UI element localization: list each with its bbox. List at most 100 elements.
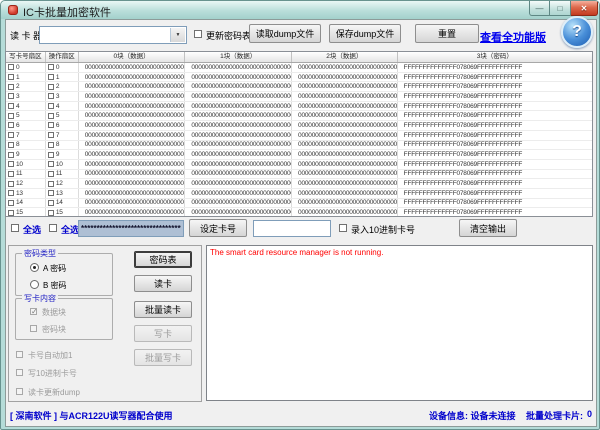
write-sector-checkbox[interactable] <box>8 132 14 138</box>
set-card-number-button[interactable]: 设定卡号 <box>189 219 247 237</box>
operate-sector-checkbox[interactable] <box>48 142 54 148</box>
auto-increment-checkbox <box>16 351 23 358</box>
operate-sector-checkbox[interactable] <box>48 64 54 70</box>
table-row: 1414000000000000000000000000000000000000… <box>6 199 592 209</box>
maximize-button[interactable]: □ <box>550 1 571 16</box>
write-sector-checkbox[interactable] <box>8 152 14 158</box>
dropdown-arrow-icon[interactable]: ▼ <box>170 28 185 42</box>
sector-index: 14 <box>56 199 63 208</box>
cell-block3: FFFFFFFFFFFFFF078069FFFFFFFFFFFF <box>398 82 592 91</box>
reader-combobox[interactable]: ▼ <box>39 26 187 44</box>
read-card-button[interactable]: 读卡 <box>134 275 192 292</box>
operate-sector-checkbox[interactable] <box>48 200 54 206</box>
write-sector-checkbox[interactable] <box>8 171 14 177</box>
close-button[interactable]: ✕ <box>571 1 598 16</box>
auto-increment-label: 卡号自动加1 <box>28 350 72 361</box>
operate-sector-cell: 4 <box>46 102 79 111</box>
window-title: IC卡批量加密软件 <box>23 4 111 20</box>
cell-block2: 00000000000000000000000000000000 <box>292 121 398 130</box>
operate-sector-checkbox[interactable] <box>48 132 54 138</box>
cell-block0: 00000000000000000000000000000000 <box>79 102 186 111</box>
enter-decimal-checkbox[interactable] <box>339 224 347 232</box>
operate-sector-checkbox[interactable] <box>48 190 54 196</box>
cell-block1: 00000000000000000000000000000000 <box>185 160 292 169</box>
minimize-button[interactable]: — <box>529 1 550 16</box>
password-table-button[interactable]: 密码表 <box>134 251 192 268</box>
read-dump-button[interactable]: 读取dump文件 <box>249 24 321 43</box>
write-sector-checkbox[interactable] <box>8 190 14 196</box>
write-sector-checkbox[interactable] <box>8 113 14 119</box>
write-content-title: 写卡内容 <box>22 293 58 304</box>
write-sector-cell: 6 <box>6 121 46 130</box>
table-row: 2200000000000000000000000000000000000000… <box>6 82 592 92</box>
clear-output-button[interactable]: 清空输出 <box>459 219 517 237</box>
operate-sector-checkbox[interactable] <box>48 84 54 90</box>
operate-sector-checkbox[interactable] <box>48 181 54 187</box>
write-sector-cell: 0 <box>6 63 46 72</box>
operate-sector-checkbox[interactable] <box>48 161 54 167</box>
column-header: 2块（数据） <box>292 52 398 62</box>
cell-block1: 00000000000000000000000000000000 <box>185 63 292 72</box>
cell-block3: FFFFFFFFFFFFFF078069FFFFFFFFFFFF <box>398 102 592 111</box>
write-sector-checkbox[interactable] <box>8 200 14 206</box>
cell-block0: 00000000000000000000000000000000 <box>79 111 186 120</box>
batch-read-button[interactable]: 批量读卡 <box>134 301 192 318</box>
status-batch-count-value: 0 <box>587 409 592 419</box>
cell-block2: 00000000000000000000000000000000 <box>292 170 398 179</box>
operate-sector-checkbox[interactable] <box>48 171 54 177</box>
titlebar[interactable]: IC卡批量加密软件 <box>1 1 599 19</box>
cell-block2: 00000000000000000000000000000000 <box>292 189 398 198</box>
sector-index: 8 <box>56 141 59 150</box>
column-header: 0块（数据） <box>79 52 186 62</box>
maximize-icon: □ <box>558 4 563 13</box>
cell-block3: FFFFFFFFFFFFFF078069FFFFFFFFFFFF <box>398 92 592 101</box>
output-log[interactable]: The smart card resource manager is not r… <box>206 245 593 401</box>
cell-block1: 00000000000000000000000000000000 <box>185 150 292 159</box>
cell-block3: FFFFFFFFFFFFFF078069FFFFFFFFFFFF <box>398 208 592 217</box>
operate-sector-checkbox[interactable] <box>48 93 54 99</box>
operate-sector-checkbox[interactable] <box>48 103 54 109</box>
write-sector-checkbox[interactable] <box>8 84 14 90</box>
password-a-radio[interactable] <box>30 263 39 272</box>
sector-index: 9 <box>56 150 59 159</box>
operate-sector-checkbox[interactable] <box>48 113 54 119</box>
table-row: 3300000000000000000000000000000000000000… <box>6 92 592 102</box>
operate-sector-cell: 9 <box>46 150 79 159</box>
operate-sector-checkbox[interactable] <box>48 152 54 158</box>
operate-sector-checkbox[interactable] <box>48 210 54 216</box>
password-input[interactable] <box>78 220 184 237</box>
cell-block3: FFFFFFFFFFFFFF078069FFFFFFFFFFFF <box>398 63 592 72</box>
password-block-checkbox <box>30 325 37 332</box>
write-sector-checkbox[interactable] <box>8 122 14 128</box>
full-version-link[interactable]: 查看全功能版 <box>480 29 546 45</box>
update-dump-label: 读卡更新dump <box>28 387 80 398</box>
cell-block1: 00000000000000000000000000000000 <box>185 141 292 150</box>
table-row: 1515000000000000000000000000000000000000… <box>6 208 592 217</box>
sector-index: 15 <box>16 208 23 217</box>
reset-button[interactable]: 重置 <box>415 24 479 43</box>
cell-block3: FFFFFFFFFFFFFF078069FFFFFFFFFFFF <box>398 179 592 188</box>
card-number-input[interactable] <box>253 220 331 237</box>
save-dump-button[interactable]: 保存dump文件 <box>329 24 401 43</box>
write-sector-checkbox[interactable] <box>8 74 14 80</box>
write-sector-checkbox[interactable] <box>8 181 14 187</box>
sector-index: 5 <box>16 111 19 120</box>
help-button[interactable]: ? <box>561 16 593 48</box>
operate-sector-checkbox[interactable] <box>48 122 54 128</box>
password-b-radio[interactable] <box>30 280 39 289</box>
update-password-table-checkbox[interactable] <box>194 30 202 38</box>
write-sector-checkbox[interactable] <box>8 161 14 167</box>
write-sector-checkbox[interactable] <box>8 142 14 148</box>
write-sector-cell: 8 <box>6 141 46 150</box>
write-sector-checkbox[interactable] <box>8 93 14 99</box>
write-sector-checkbox[interactable] <box>8 103 14 109</box>
write-sector-checkbox[interactable] <box>8 210 14 216</box>
select-all-operate-checkbox[interactable] <box>49 224 57 232</box>
operate-sector-checkbox[interactable] <box>48 74 54 80</box>
sector-index: 15 <box>56 208 63 217</box>
select-all-write-checkbox[interactable] <box>11 224 19 232</box>
write-sector-checkbox[interactable] <box>8 64 14 70</box>
write-decimal-label: 写10进制卡号 <box>28 368 77 379</box>
operate-sector-cell: 3 <box>46 92 79 101</box>
column-header: 操作扇区 <box>46 52 79 62</box>
